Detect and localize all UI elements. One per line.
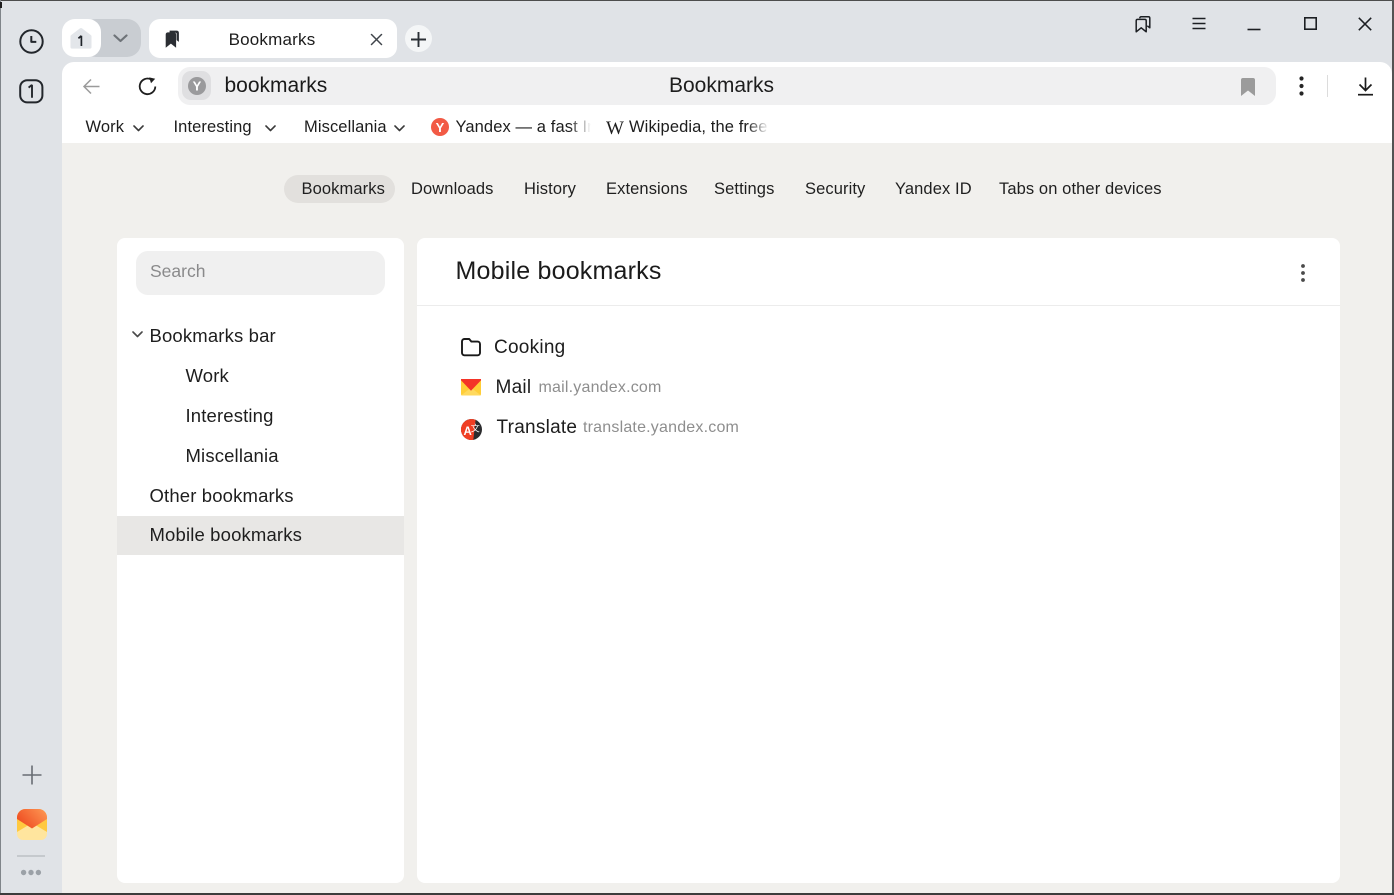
svg-text:文: 文 — [471, 422, 480, 433]
svg-text:Y: Y — [192, 78, 201, 93]
svg-text:Y: Y — [436, 120, 445, 135]
